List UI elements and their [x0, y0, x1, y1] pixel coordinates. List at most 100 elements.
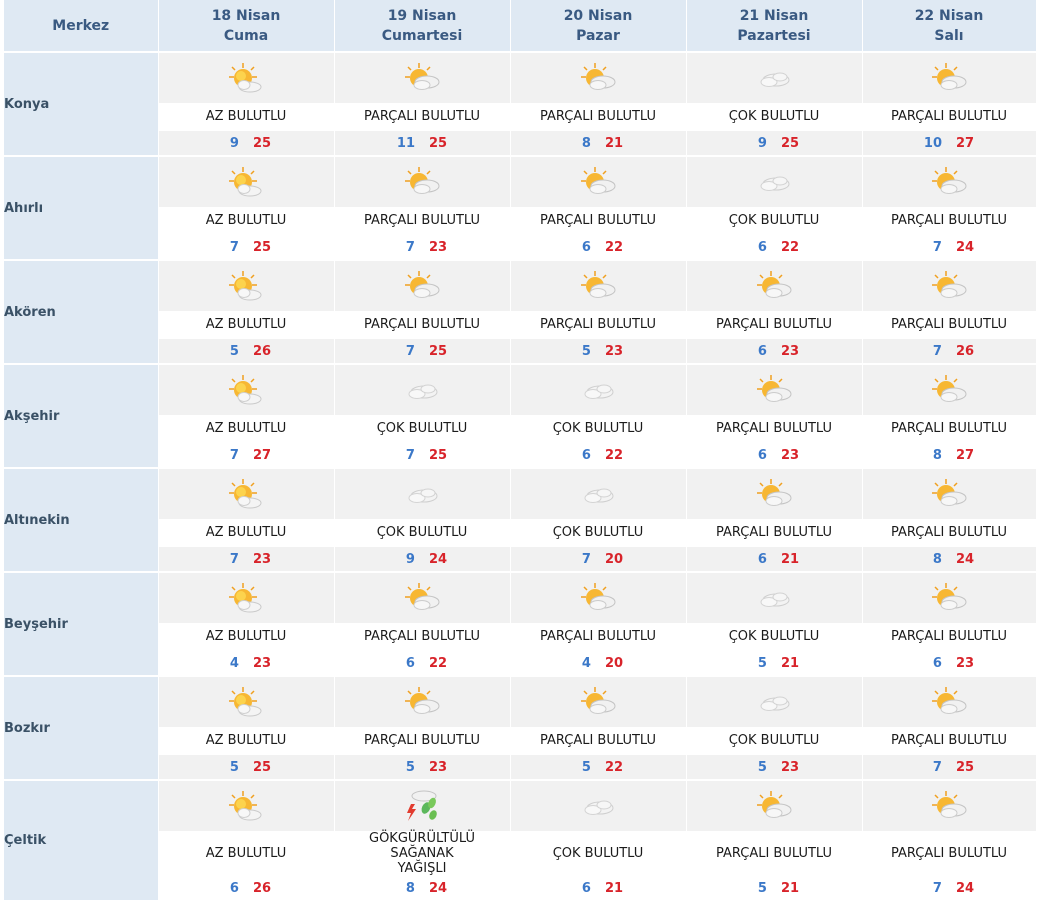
min-temperature: 6	[757, 239, 767, 255]
city-name[interactable]: Çeltik	[4, 780, 159, 902]
min-temperature: 4	[229, 655, 239, 671]
partly-cloudy-icon	[402, 271, 442, 298]
city-row-icons: Altınekin	[4, 468, 1037, 573]
city-name[interactable]: Akşehir	[4, 364, 159, 469]
weather-icon-cell	[334, 572, 511, 623]
max-temperature: 25	[955, 759, 975, 775]
weather-description: PARÇALI BULUTLU	[686, 415, 863, 443]
temperature-cell: 10 27	[862, 131, 1037, 157]
min-temperature: 5	[757, 880, 767, 896]
max-temperature: 23	[780, 759, 800, 775]
temperature-cell: 7 23	[158, 547, 335, 573]
weather-icon-cell	[862, 156, 1037, 207]
max-temperature: 23	[252, 551, 272, 567]
min-temperature: 5	[757, 759, 767, 775]
city-name[interactable]: Akören	[4, 260, 159, 365]
day-date: 22 Nisan	[914, 7, 984, 24]
temperature-cell: 7 25	[862, 755, 1037, 781]
min-temperature: 7	[932, 343, 942, 359]
partly-cloudy-icon	[578, 63, 618, 90]
weather-icon-cell	[510, 156, 687, 207]
min-temperature: 8	[581, 135, 591, 151]
min-temperature: 5	[229, 343, 239, 359]
weather-icon-cell	[686, 780, 863, 831]
weather-icon-cell	[862, 260, 1037, 311]
temperature-cell: 8 27	[862, 443, 1037, 469]
min-temperature: 6	[932, 655, 942, 671]
partly-cloudy-icon	[929, 687, 969, 714]
min-temperature: 7	[229, 551, 239, 567]
city-row-desc: AZ BULUTLU PARÇALI BULUTLU PARÇALI BULUTLU…	[4, 103, 1037, 131]
city-row-temps: 7 25 7 23 6 22 6 22 7 24	[4, 235, 1037, 261]
temperature-cell: 8 21	[510, 131, 687, 157]
min-temperature: 9	[229, 135, 239, 151]
sun-cloud-icon	[226, 167, 266, 197]
city-name[interactable]: Konya	[4, 52, 159, 157]
sun-cloud-icon	[226, 479, 266, 509]
weather-description: AZ BULUTLU	[158, 727, 335, 755]
min-temperature: 6	[757, 343, 767, 359]
weather-description: PARÇALI BULUTLU	[510, 103, 687, 131]
partly-cloudy-icon	[754, 375, 794, 402]
sun-cloud-icon	[226, 271, 266, 301]
weather-description: PARÇALI BULUTLU	[862, 311, 1037, 339]
max-temperature: 22	[604, 447, 624, 463]
weather-description: PARÇALI BULUTLU	[686, 831, 863, 876]
cloudy-icon	[578, 484, 618, 503]
temperature-cell: 8 24	[334, 876, 511, 902]
city-name[interactable]: Beyşehir	[4, 572, 159, 677]
weather-icon-cell	[510, 260, 687, 311]
weather-description: PARÇALI BULUTLU	[334, 207, 511, 235]
weather-icon-cell	[158, 676, 335, 727]
max-temperature: 26	[252, 343, 272, 359]
max-temperature: 21	[604, 880, 624, 896]
city-row-temps: 4 23 6 22 4 20 5 21 6 23	[4, 651, 1037, 677]
min-temperature: 4	[581, 655, 591, 671]
day-header: 18 Nisan Cuma	[158, 0, 335, 53]
weather-icon-cell	[510, 52, 687, 103]
weather-icon-cell	[158, 52, 335, 103]
min-temperature: 6	[581, 239, 591, 255]
sun-cloud-icon	[226, 687, 266, 717]
partly-cloudy-icon	[402, 583, 442, 610]
temperature-cell: 4 20	[510, 651, 687, 677]
max-temperature: 23	[428, 759, 448, 775]
min-temperature: 7	[932, 239, 942, 255]
city-row-desc: AZ BULUTLU PARÇALI BULUTLU PARÇALI BULUTLU…	[4, 311, 1037, 339]
weather-description: ÇOK BULUTLU	[686, 103, 863, 131]
weather-icon-cell	[686, 572, 863, 623]
city-name[interactable]: Ahırlı	[4, 156, 159, 261]
min-temperature: 7	[932, 880, 942, 896]
day-header: 21 Nisan Pazartesi	[686, 0, 863, 53]
temperature-cell: 5 21	[686, 876, 863, 902]
weather-description: ÇOK BULUTLU	[510, 519, 687, 547]
city-row-desc: AZ BULUTLU PARÇALI BULUTLU PARÇALI BULUTLU…	[4, 207, 1037, 235]
weather-description: AZ BULUTLU	[158, 415, 335, 443]
weather-description: PARÇALI BULUTLU	[510, 207, 687, 235]
city-row-desc: AZ BULUTLU PARÇALI BULUTLU PARÇALI BULUTLU…	[4, 623, 1037, 651]
temperature-cell: 6 22	[510, 235, 687, 261]
temperature-cell: 6 22	[686, 235, 863, 261]
min-temperature: 6	[405, 655, 415, 671]
min-temperature: 9	[405, 551, 415, 567]
weather-icon-cell	[862, 468, 1037, 519]
temperature-cell: 7 23	[334, 235, 511, 261]
max-temperature: 25	[428, 447, 448, 463]
partly-cloudy-icon	[754, 479, 794, 506]
temperature-cell: 7 27	[158, 443, 335, 469]
cloudy-icon	[754, 172, 794, 191]
sun-cloud-icon	[226, 791, 266, 821]
city-name[interactable]: Bozkır	[4, 676, 159, 781]
max-temperature: 25	[252, 135, 272, 151]
min-temperature: 7	[405, 239, 415, 255]
min-temperature: 7	[405, 447, 415, 463]
city-name[interactable]: Altınekin	[4, 468, 159, 573]
day-name: Pazar	[576, 27, 620, 44]
city-row-icons: Bozkır	[4, 676, 1037, 781]
weather-icon-cell	[334, 468, 511, 519]
weather-icon-cell	[334, 780, 511, 831]
min-temperature: 7	[229, 239, 239, 255]
min-temperature: 5	[581, 759, 591, 775]
day-date: 20 Nisan	[563, 7, 633, 24]
thunderstorm-icon	[402, 790, 442, 821]
